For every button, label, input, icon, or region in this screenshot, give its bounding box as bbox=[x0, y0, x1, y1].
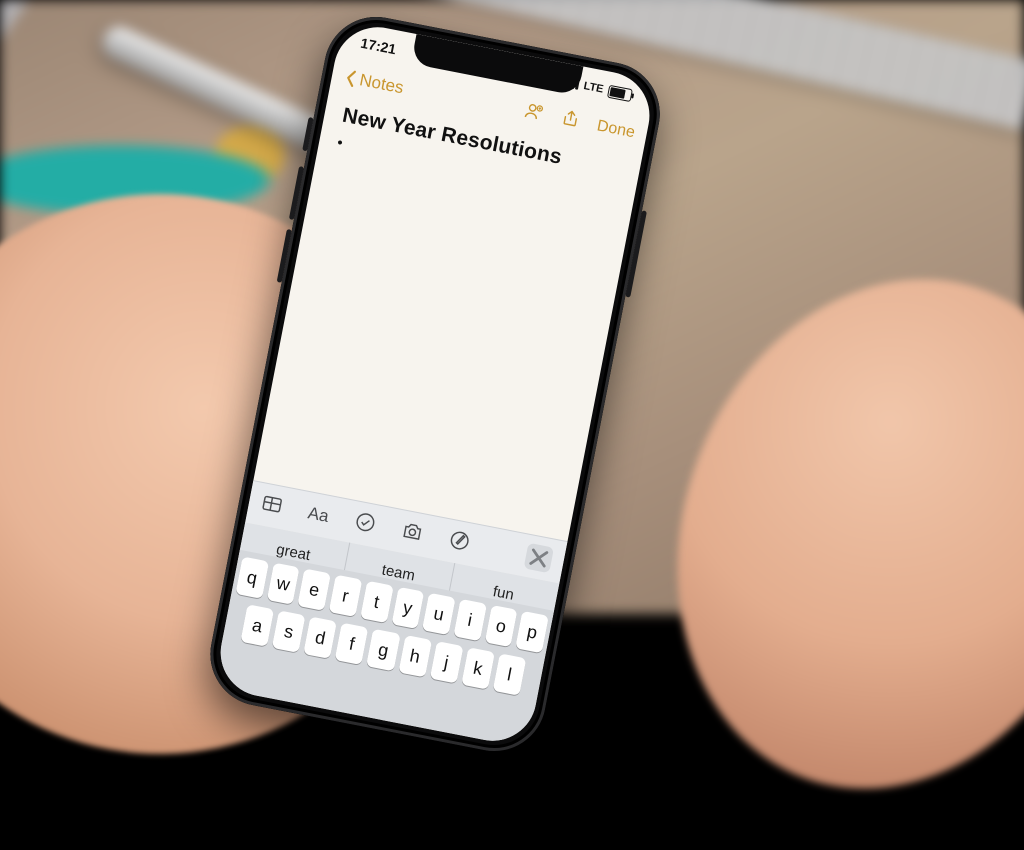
done-button[interactable]: Done bbox=[595, 117, 636, 142]
key-k[interactable]: k bbox=[461, 647, 495, 689]
share-button[interactable] bbox=[558, 107, 581, 134]
key-o[interactable]: o bbox=[484, 605, 517, 647]
pencil-circle-icon bbox=[447, 527, 473, 553]
key-y[interactable]: y bbox=[391, 587, 424, 629]
checklist-button[interactable] bbox=[351, 509, 378, 540]
table-icon bbox=[259, 491, 285, 517]
check-circle-icon bbox=[352, 509, 378, 535]
key-s[interactable]: s bbox=[272, 610, 306, 652]
key-r[interactable]: r bbox=[329, 575, 362, 617]
back-button[interactable]: Notes bbox=[342, 67, 405, 98]
key-j[interactable]: j bbox=[429, 641, 463, 683]
battery-icon bbox=[607, 84, 633, 101]
key-w[interactable]: w bbox=[267, 563, 300, 605]
key-h[interactable]: h bbox=[398, 635, 432, 677]
camera-button[interactable] bbox=[399, 518, 426, 549]
network-label: LTE bbox=[583, 80, 605, 96]
text-style-button[interactable]: Aa bbox=[306, 503, 330, 527]
key-f[interactable]: f bbox=[335, 623, 369, 665]
key-q[interactable]: q bbox=[235, 556, 268, 598]
key-e[interactable]: e bbox=[298, 569, 331, 611]
back-label: Notes bbox=[358, 70, 405, 98]
collaborate-button[interactable] bbox=[522, 100, 545, 127]
key-d[interactable]: d bbox=[303, 617, 337, 659]
table-button[interactable] bbox=[258, 491, 285, 522]
close-icon bbox=[526, 545, 552, 571]
camera-icon bbox=[400, 518, 426, 544]
key-a[interactable]: a bbox=[240, 604, 274, 646]
person-add-icon bbox=[523, 100, 545, 122]
key-i[interactable]: i bbox=[453, 599, 486, 641]
chevron-left-icon bbox=[342, 68, 359, 88]
markup-button[interactable] bbox=[446, 527, 473, 558]
key-g[interactable]: g bbox=[366, 629, 400, 671]
key-t[interactable]: t bbox=[360, 581, 393, 623]
share-icon bbox=[559, 107, 581, 129]
key-l[interactable]: l bbox=[493, 653, 527, 695]
key-p[interactable]: p bbox=[515, 611, 548, 653]
dismiss-toolbar-button[interactable] bbox=[524, 543, 554, 573]
status-time: 17:21 bbox=[359, 35, 397, 58]
